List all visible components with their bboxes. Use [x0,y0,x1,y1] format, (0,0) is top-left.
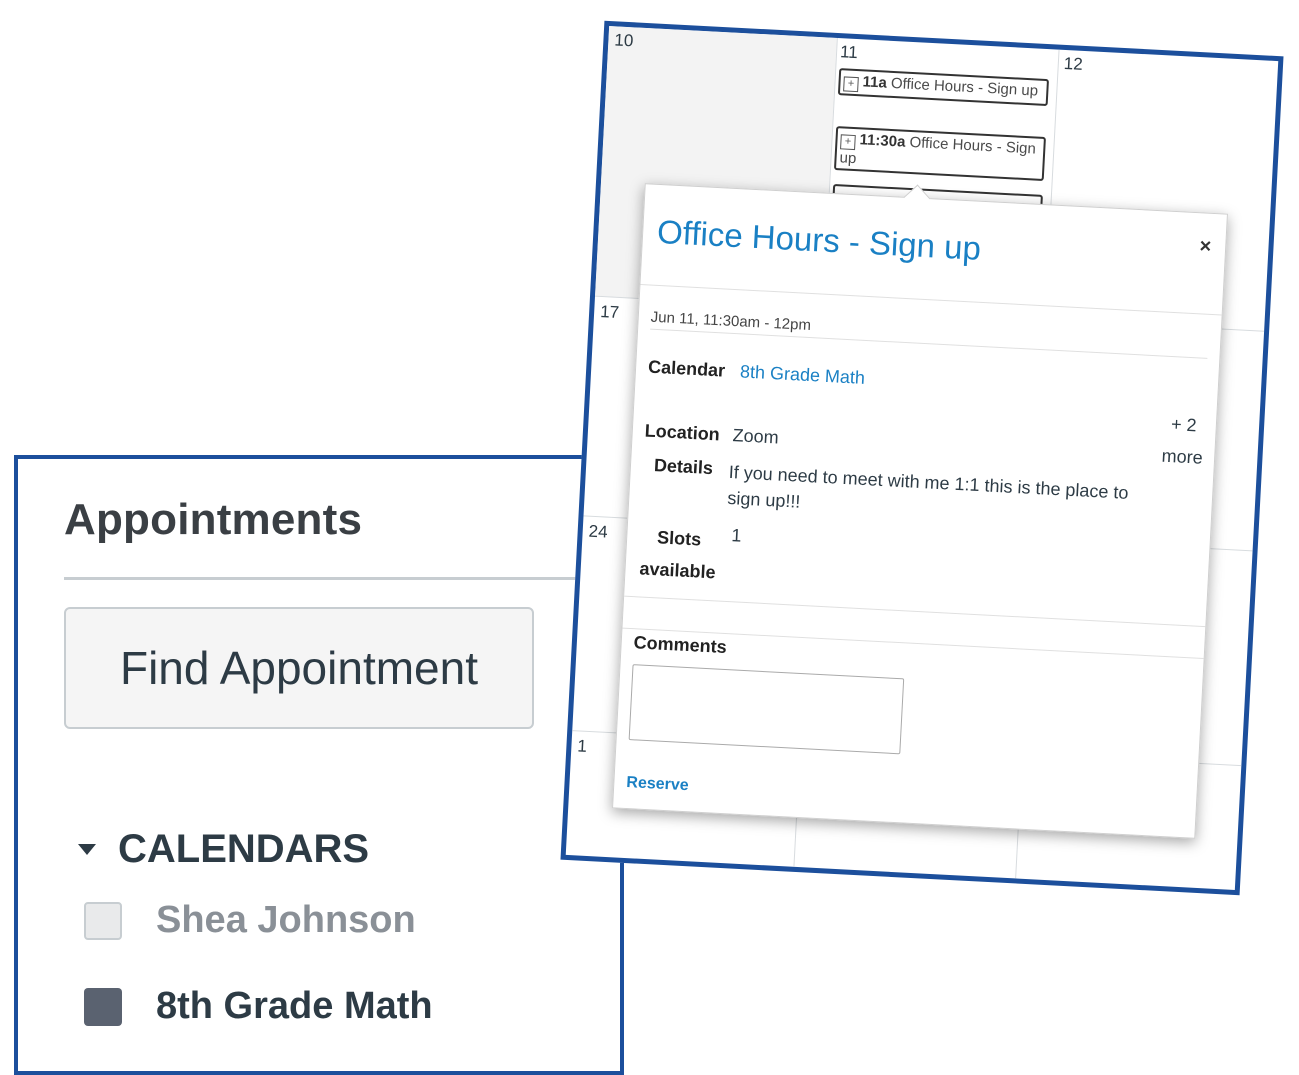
details-label: Details [653,455,714,479]
comments-textarea[interactable] [628,664,905,755]
calendars-header: CALENDARS [118,827,370,871]
slots-label-line: available [639,558,717,583]
day-number[interactable]: 17 [600,302,620,323]
slots-label: Slots available [637,520,720,588]
reserve-button[interactable]: Reserve [626,774,689,795]
slots-value: 1 [730,525,743,546]
calendar-event[interactable]: +11:30a Office Hours - Sign up [833,126,1046,181]
calendar-label: Calendar [647,356,726,381]
comments-label: Comments [633,632,728,658]
calendar-plus-icon: + [843,76,859,93]
find-appointment-button[interactable]: Find Appointment [64,607,534,729]
appointments-panel: Appointments Find Appointment CALENDARS … [14,455,624,1075]
calendar-item-8th-grade-math[interactable]: 8th Grade Math [84,985,433,1028]
more-count: + 2 [1170,414,1198,436]
details-value: If you need to meet with me 1:1 this is … [726,461,1129,512]
calendar-link[interactable]: 8th Grade Math [739,361,866,389]
day-number[interactable]: 11 [840,42,859,63]
close-icon[interactable]: × [1199,235,1212,259]
location-label: Location [644,420,721,445]
calendar-item-label: 8th Grade Math [156,985,433,1027]
slots-label-line: Slots [656,527,702,550]
appointments-divider [64,577,624,580]
more-text: more [1161,445,1204,468]
calendar-plus-icon: + [840,134,856,151]
calendar-item-label: Shea Johnson [156,899,416,941]
calendar-checkbox[interactable] [84,987,122,1026]
popover-divider [650,328,1208,359]
day-number[interactable]: 12 [1063,54,1083,75]
popover-divider [624,595,1206,628]
event-time: 11:30a [859,131,906,151]
more-link[interactable]: + 2 more [1155,407,1210,474]
day-number[interactable]: 24 [588,522,608,543]
calendar-checkbox[interactable] [84,901,122,940]
day-number[interactable]: 1 [577,736,587,756]
appointments-title: Appointments [64,495,363,544]
calendar-event[interactable]: +11a Office Hours - Sign up [837,68,1050,107]
calendar-item-shea-johnson[interactable]: Shea Johnson [84,899,416,942]
popover-title[interactable]: Office Hours - Sign up [656,213,982,268]
event-details-popover: Office Hours - Sign up × Jun 11, 11:30am… [612,183,1228,839]
calendars-toggle[interactable]: CALENDARS [78,827,369,872]
day-number[interactable]: 10 [614,30,634,51]
event-title: Office Hours - Sign up [890,74,1039,100]
popover-divider [640,284,1222,316]
location-value: Zoom [732,425,780,448]
event-time: 11a [862,73,888,92]
caret-down-icon [78,844,96,855]
